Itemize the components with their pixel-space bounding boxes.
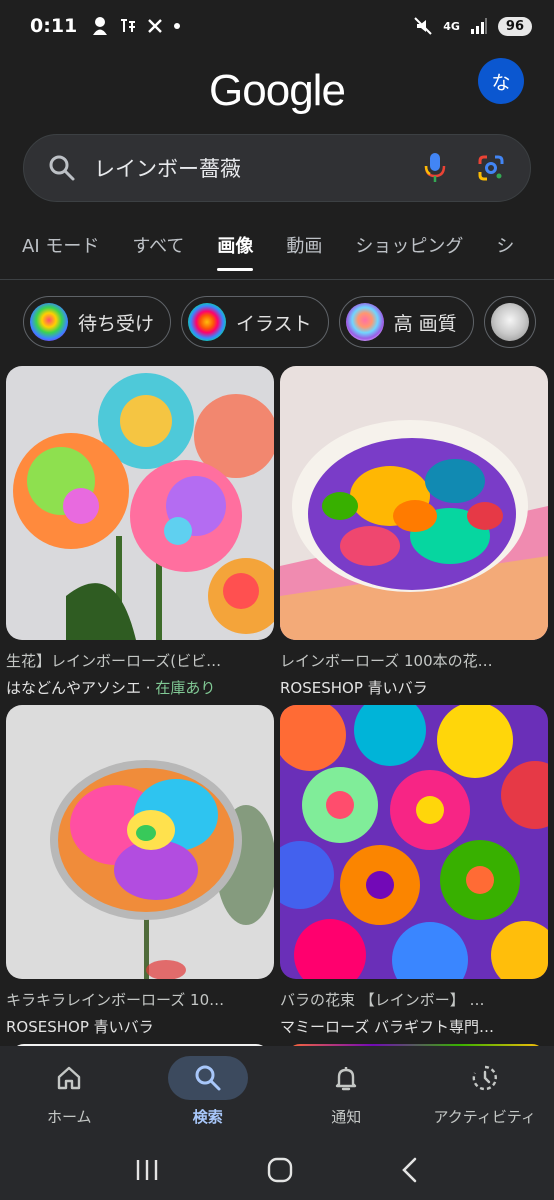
chip-high-quality[interactable]: 高 画質 <box>338 296 474 348</box>
chip-thumbnail <box>345 303 384 341</box>
search-box[interactable]: レインボー薔薇 <box>23 134 531 202</box>
google-lens-icon[interactable] <box>476 153 506 183</box>
nav-icon-container <box>167 1056 248 1100</box>
chip-more[interactable] <box>483 296 536 348</box>
nav-label: 通知 <box>331 1108 362 1126</box>
x-app-icon <box>148 19 163 33</box>
tab-shopping[interactable]: ショッピング <box>355 218 463 279</box>
nav-activity[interactable]: アクティビティ <box>416 1046 554 1140</box>
bell-icon <box>336 1067 357 1091</box>
result-image[interactable] <box>6 366 274 640</box>
nav-label: ホーム <box>46 1108 92 1126</box>
status-system-icons: 4G 96 <box>413 16 532 36</box>
refinement-chips: 待ち受け イラスト 高 画質 <box>23 296 554 348</box>
back-icon[interactable] <box>400 1157 420 1183</box>
status-notification-icons <box>91 16 181 36</box>
chip-label: 待ち受け <box>78 312 155 335</box>
result-image[interactable] <box>280 366 548 640</box>
nav-home[interactable]: ホーム <box>0 1046 139 1140</box>
in-stock-label: 在庫あり <box>155 679 216 697</box>
signal-icon <box>470 18 487 34</box>
nav-icon-container <box>306 1056 386 1100</box>
status-time: 0:11 <box>30 15 78 37</box>
notification-app-icon <box>93 17 108 35</box>
bottom-navigation: ホーム 検索 通知 アクティビティ <box>0 1046 554 1140</box>
result-title: バラの花束 【レインボー】 … <box>280 991 485 1009</box>
search-icon <box>195 1065 221 1091</box>
notification-text-icon <box>121 19 136 32</box>
image-result-1[interactable]: 生花】レインボーローズ(ビビ… はなどんやアソシエ · 在庫あり <box>6 366 274 698</box>
search-tabs: AI モード すべて 画像 動画 ショッピング シ <box>0 218 554 280</box>
image-result-3[interactable]: キラキラレインボーローズ 10… ROSESHOP 青いバラ <box>6 705 274 1037</box>
result-source: マミーローズ バラギフト専門… <box>280 1018 495 1036</box>
result-source: はなどんやアソシエ <box>6 679 142 697</box>
more-notifications-dot-icon <box>174 23 181 29</box>
chip-thumbnail <box>188 303 227 341</box>
result-title: レインボーローズ 100本の花… <box>280 652 493 670</box>
recent-apps-icon[interactable] <box>134 1158 160 1182</box>
chip-label: イラスト <box>236 312 312 335</box>
status-bar: 0:11 4G 96 <box>0 0 554 52</box>
chip-thumbnail <box>490 303 529 341</box>
image-result-2[interactable]: レインボーローズ 100本の花… ROSESHOP 青いバラ <box>280 366 548 698</box>
result-title: キラキラレインボーローズ 10… <box>6 991 225 1009</box>
tab-videos[interactable]: 動画 <box>286 218 322 279</box>
result-image[interactable] <box>6 705 274 979</box>
network-type: 4G <box>443 19 460 33</box>
history-icon <box>472 1065 497 1091</box>
result-source: ROSESHOP 青いバラ <box>280 679 428 697</box>
result-source-line: はなどんやアソシエ · 在庫あり <box>6 677 274 698</box>
nav-notifications[interactable]: 通知 <box>277 1046 416 1140</box>
avatar-letter: な <box>491 71 511 94</box>
nav-label: 検索 <box>192 1108 223 1126</box>
tab-images[interactable]: 画像 <box>217 218 254 279</box>
voice-search-icon[interactable] <box>424 152 446 184</box>
result-source: ROSESHOP 青いバラ <box>6 1018 154 1036</box>
search-icon <box>49 155 75 181</box>
tab-all[interactable]: すべて <box>132 218 184 279</box>
chip-thumbnail <box>30 303 68 341</box>
tab-more-truncated[interactable]: シ <box>496 218 514 279</box>
nav-label: アクティビティ <box>433 1108 536 1126</box>
image-result-4[interactable]: バラの花束 【レインボー】 … マミーローズ バラギフト専門… <box>280 705 548 1037</box>
nav-icon-container <box>445 1056 525 1100</box>
source-separator: · <box>141 679 156 697</box>
tab-ai-mode[interactable]: AI モード <box>22 218 99 279</box>
chip-label: 高 画質 <box>393 312 457 335</box>
home-button-icon[interactable] <box>267 1157 293 1183</box>
home-icon <box>58 1066 81 1090</box>
chip-illustration[interactable]: イラスト <box>181 296 329 348</box>
mute-icon <box>414 17 432 35</box>
chip-wallpaper[interactable]: 待ち受け <box>23 296 172 348</box>
nav-search[interactable]: 検索 <box>139 1046 278 1140</box>
system-navigation-bar <box>0 1140 554 1200</box>
nav-icon-container <box>29 1056 109 1100</box>
result-image[interactable] <box>280 705 548 979</box>
google-logo: Google <box>209 66 346 115</box>
battery-level: 96 <box>497 16 532 36</box>
account-avatar[interactable]: な <box>478 58 524 104</box>
search-query[interactable]: レインボー薔薇 <box>94 153 424 183</box>
result-title: 生花】レインボーローズ(ビビ… <box>6 652 222 670</box>
